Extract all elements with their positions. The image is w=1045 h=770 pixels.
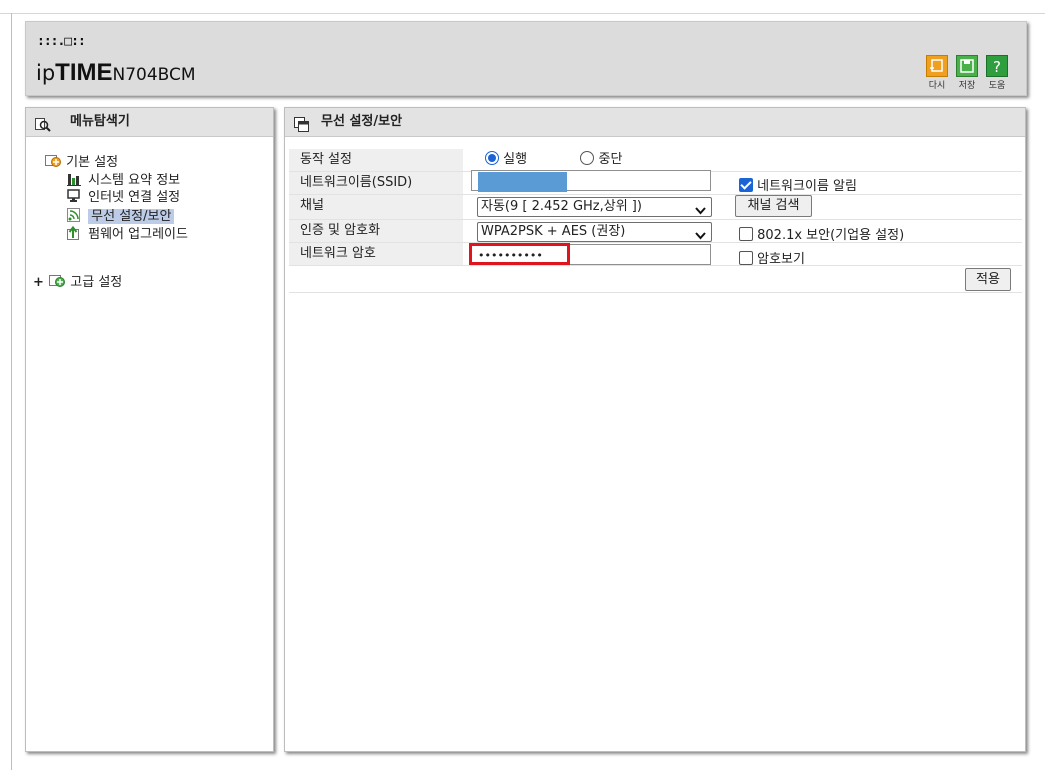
tree-item-system-summary[interactable]: 시스템 요약 정보 <box>67 172 180 189</box>
menu-explorer-panel: 메뉴탐색기 기본 설정 시스템 요약 정보 인터넷 연결 설정 무선 설정/보안… <box>25 107 274 752</box>
enterprise-security-field: 802.1x 보안(기업용 설정) <box>739 224 904 243</box>
refresh-icon <box>926 55 948 77</box>
operation-label: 동작 설정 <box>289 149 463 171</box>
svg-text:?: ? <box>993 58 1001 76</box>
auth-label: 인증 및 암호화 <box>289 220 463 242</box>
magnifier-icon <box>35 115 51 143</box>
tree-item-label: 무선 설정/보안 <box>88 209 175 224</box>
menu-panel-title: 메뉴탐색기 <box>70 114 130 129</box>
channel-value: 자동(9 [ 2.452 GHz,상위 ]) <box>481 199 642 214</box>
tree-item-label: 시스템 요약 정보 <box>88 173 181 188</box>
window-icon <box>294 115 309 143</box>
content-title: 무선 설정/보안 <box>321 114 403 129</box>
tree-item-internet-connection[interactable]: 인터넷 연결 설정 <box>67 189 180 206</box>
logo-ip-text: ip <box>36 61 56 85</box>
iptime-logo: ipTIMEN704BCM <box>36 59 196 87</box>
save-icon <box>956 55 978 77</box>
folder-icon <box>49 274 66 287</box>
tree-item-firmware-upgrade[interactable]: 펌웨어 업그레이드 <box>67 225 188 243</box>
ssid-label: 네트워크이름(SSID) <box>289 172 463 194</box>
radio-stop[interactable] <box>580 151 595 165</box>
enterprise-security-checkbox[interactable] <box>739 227 753 241</box>
tree-basic-settings[interactable]: 기본 설정 <box>45 154 118 171</box>
help-label: 도움 <box>988 81 1006 91</box>
radio-run[interactable] <box>485 151 499 165</box>
tree-advanced-label: 고급 설정 <box>70 275 123 290</box>
refresh-button[interactable]: 다시 <box>924 55 950 91</box>
enterprise-security-label: 802.1x 보안(기업용 설정) <box>757 228 905 243</box>
top-divider <box>0 13 1045 14</box>
wireless-icon <box>67 208 84 222</box>
content-panel-header: 무선 설정/보안 <box>285 108 1025 137</box>
ssid-broadcast-checkbox[interactable] <box>739 178 753 192</box>
show-password-label: 암호보기 <box>757 252 805 267</box>
save-label: 저장 <box>958 81 976 91</box>
channel-search-button[interactable]: 채널 검색 <box>735 195 812 217</box>
save-button[interactable]: 저장 <box>954 55 980 91</box>
ssid-input[interactable] <box>471 170 711 192</box>
operation-field: 실행 중단 <box>485 149 622 171</box>
show-password-field: 암호보기 <box>739 248 805 267</box>
redaction-box <box>478 172 567 192</box>
auth-select[interactable]: WPA2PSK + AES (권장) <box>477 222 712 242</box>
menu-panel-header: 메뉴탐색기 <box>26 108 273 137</box>
auth-value: WPA2PSK + AES (권장) <box>481 224 626 239</box>
expand-plus-icon[interactable]: + <box>33 274 45 291</box>
folder-open-icon <box>45 154 62 167</box>
channel-label: 채널 <box>289 195 463 219</box>
password-label: 네트워크 암호 <box>289 243 463 265</box>
ssid-broadcast-label: 네트워크이름 알림 <box>757 179 857 194</box>
channel-select[interactable]: 자동(9 [ 2.452 GHz,상위 ]) <box>477 197 712 217</box>
apply-divider <box>289 292 1022 293</box>
header-bar: :::.□:: ipTIMEN704BCM 다시 저장 ? 도움 <box>25 21 1027 96</box>
tree-item-label: 인터넷 연결 설정 <box>88 190 181 205</box>
tree-basic-label: 기본 설정 <box>66 155 119 170</box>
ssid-broadcast-field: 네트워크이름 알림 <box>739 175 857 194</box>
chevron-down-icon <box>695 203 706 221</box>
upgrade-icon <box>67 225 84 240</box>
bar-chart-icon <box>67 172 84 186</box>
logo-time-text: TIME <box>55 59 113 86</box>
row-operation: 동작 설정 실행 중단 <box>289 149 1022 172</box>
help-button[interactable]: ? 도움 <box>984 55 1010 91</box>
show-password-checkbox[interactable] <box>739 251 753 265</box>
tree-item-wireless-security[interactable]: 무선 설정/보안 <box>67 208 175 225</box>
monitor-icon <box>67 189 84 202</box>
model-name: N704BCM <box>112 65 196 85</box>
radio-run-label: 실행 <box>503 152 528 167</box>
highlight-box <box>469 243 570 265</box>
content-panel: 무선 설정/보안 동작 설정 실행 중단 네트워크이름(SSID) 네트워크이름… <box>284 107 1026 752</box>
apply-button[interactable]: 적용 <box>965 268 1011 291</box>
refresh-label: 다시 <box>928 81 946 91</box>
radio-stop-label: 중단 <box>598 152 623 167</box>
help-icon: ? <box>986 55 1008 77</box>
tree-item-label: 펌웨어 업그레이드 <box>88 227 188 242</box>
tree-advanced-settings[interactable]: + 고급 설정 <box>33 274 122 291</box>
left-divider <box>11 13 12 770</box>
logo-dots: :::.□:: <box>37 34 86 49</box>
